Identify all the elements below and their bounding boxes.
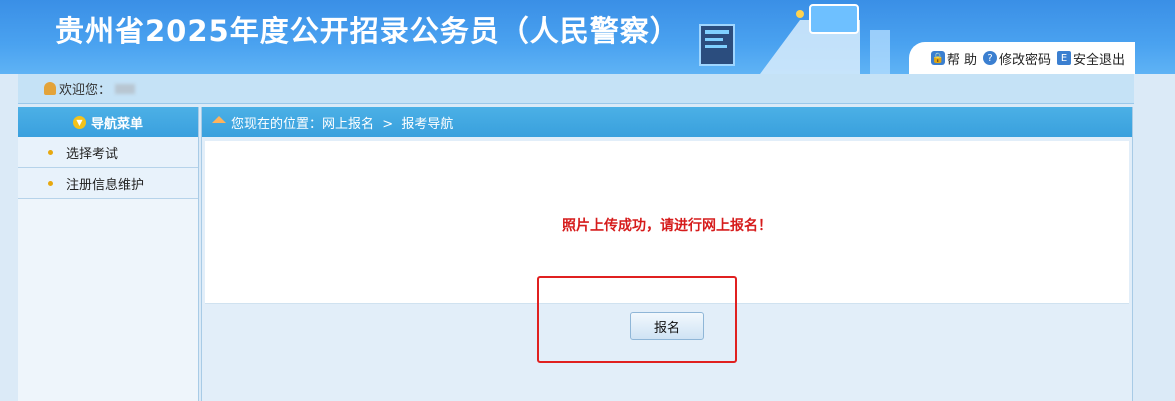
highlight-box bbox=[537, 276, 737, 363]
username-redacted bbox=[115, 83, 136, 94]
page-title: 贵州省2025年度公开招录公务员（人民警察） bbox=[55, 14, 680, 48]
lock-icon: 🔒 bbox=[930, 51, 945, 65]
sidebar-item-registration-info[interactable]: 注册信息维护 bbox=[18, 168, 198, 199]
sidebar-item-label: 注册信息维护 bbox=[66, 177, 145, 193]
nav-menu-header: ▼ 导航菜单 bbox=[18, 107, 198, 137]
bullet-icon bbox=[48, 149, 53, 155]
welcome-label: 欢迎您： bbox=[59, 83, 112, 98]
question-icon: ? bbox=[982, 51, 997, 65]
user-icon bbox=[44, 82, 56, 95]
breadcrumb-text: 您现在的位置：网上报名 > 报考导航 bbox=[231, 116, 454, 132]
exit-icon: E bbox=[1056, 51, 1071, 65]
chevron-down-icon: ▼ bbox=[72, 115, 86, 129]
bullet-icon bbox=[48, 180, 53, 186]
help-label: 帮 助 bbox=[946, 52, 977, 68]
sidebar: ▼ 导航菜单 选择考试 注册信息维护 bbox=[18, 107, 199, 401]
breadcrumb: 您现在的位置：网上报名 > 报考导航 bbox=[202, 107, 1132, 137]
logout-label: 安全退出 bbox=[1072, 52, 1125, 68]
change-password-link[interactable]: ? 修改密码 bbox=[982, 49, 1051, 68]
sidebar-item-label: 选择考试 bbox=[66, 146, 119, 162]
top-toolbar: 🔒 帮 助 ? 修改密码 E 安全退出 bbox=[908, 42, 1135, 74]
sidebar-item-select-exam[interactable]: 选择考试 bbox=[18, 137, 198, 168]
welcome-bar: 欢迎您： bbox=[18, 74, 1134, 104]
success-message: 照片上传成功，请进行网上报名！ bbox=[562, 218, 772, 234]
change-password-label: 修改密码 bbox=[998, 52, 1051, 68]
home-icon bbox=[212, 115, 226, 123]
help-link[interactable]: 🔒 帮 助 bbox=[930, 49, 977, 68]
logout-link[interactable]: E 安全退出 bbox=[1056, 49, 1125, 68]
banner-illustration bbox=[699, 4, 890, 74]
nav-menu-title: 导航菜单 bbox=[90, 116, 143, 132]
